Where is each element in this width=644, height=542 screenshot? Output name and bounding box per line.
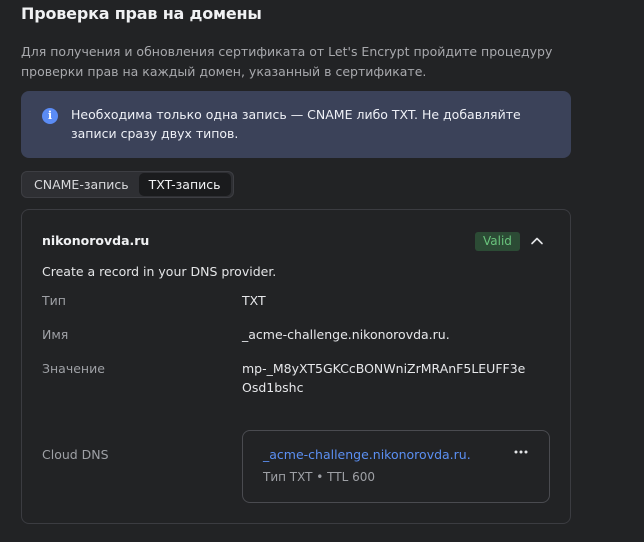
domain-name: nikonorovda.ru <box>42 233 150 248</box>
status-badge: Valid <box>475 232 520 251</box>
more-options-icon[interactable] <box>512 443 530 461</box>
chevron-up-icon[interactable] <box>530 234 544 248</box>
notice-text: Необходима только одна запись — CNAME ли… <box>71 107 521 141</box>
instruction-text: Create a record in your DNS provider. <box>42 264 277 279</box>
dns-record-link[interactable]: _acme-challenge.nikonorovda.ru. <box>263 447 471 462</box>
cloud-dns-record: _acme-challenge.nikonorovda.ru. Тип TXT … <box>242 430 550 503</box>
record-type-tabs: CNAME-запись TXT-запись <box>21 171 234 198</box>
cloud-dns-label: Cloud DNS <box>42 447 109 462</box>
info-icon: i <box>42 108 58 124</box>
domain-card: nikonorovda.ru Valid Create a record in … <box>21 209 571 524</box>
info-notice: i Необходима только одна запись — CNAME … <box>21 91 571 158</box>
record-value: mp-_M8yXT5GKCcBONWniZrMRAnF5LEUFF3eOsd1b… <box>242 361 526 395</box>
type-label: Тип <box>42 293 66 308</box>
type-value: TXT <box>242 293 266 308</box>
dns-record-meta: Тип TXT • TTL 600 <box>263 470 376 484</box>
tab-txt[interactable]: TXT-запись <box>138 173 231 196</box>
name-label: Имя <box>42 327 69 342</box>
page-description: Для получения и обновления сертификата о… <box>21 44 553 79</box>
name-value: _acme-challenge.nikonorovda.ru. <box>242 327 450 342</box>
page-title: Проверка прав на домены <box>21 4 262 23</box>
tab-cname[interactable]: CNAME-запись <box>24 173 139 196</box>
value-label: Значение <box>42 361 105 376</box>
